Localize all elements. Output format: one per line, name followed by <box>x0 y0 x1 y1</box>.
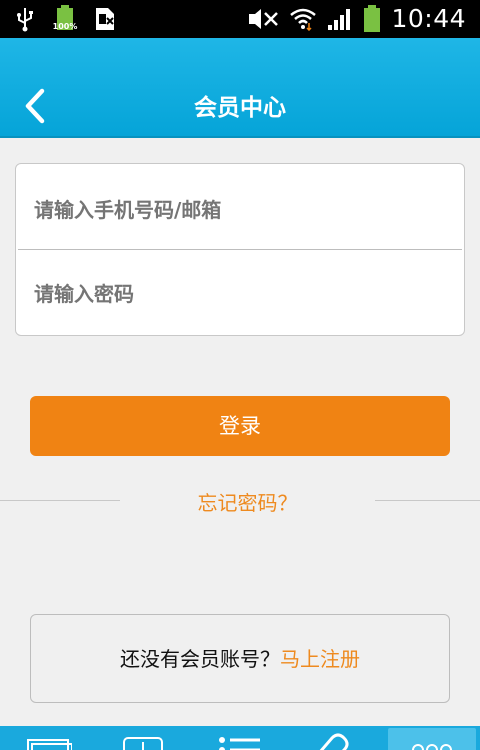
forgot-password-link[interactable]: 忘记密码？ <box>120 487 375 516</box>
login-button[interactable]: 登录 <box>30 396 450 456</box>
list-icon[interactable] <box>216 730 266 750</box>
more-icon[interactable] <box>388 728 476 750</box>
signal-icon <box>327 6 353 32</box>
header-bar: 会员中心 <box>0 38 480 138</box>
battery-icon <box>363 4 381 32</box>
register-link[interactable]: 马上注册 <box>280 647 360 671</box>
download-icon[interactable] <box>122 730 172 750</box>
wifi-icon <box>289 6 317 32</box>
battery-full-icon: 100% <box>52 5 78 32</box>
usb-icon <box>14 6 36 32</box>
register-prompt: 还没有会员账号？ <box>120 647 280 671</box>
login-form <box>15 163 465 336</box>
bottom-nav <box>0 726 480 750</box>
page-title: 会员中心 <box>194 95 286 121</box>
divider-right <box>375 500 480 501</box>
battery-percent: 100% <box>52 22 78 31</box>
clock: 10:44 <box>391 4 466 33</box>
mute-icon <box>247 6 279 32</box>
keyboard-icon <box>94 6 116 32</box>
status-bar: 100% 10:44 <box>0 0 480 38</box>
clip-icon[interactable] <box>314 730 364 750</box>
register-box: 还没有会员账号？马上注册 <box>30 614 450 703</box>
account-input[interactable] <box>34 190 454 230</box>
password-input[interactable] <box>34 274 454 314</box>
divider-left <box>0 500 120 501</box>
form-divider <box>18 249 462 250</box>
folder-icon[interactable] <box>26 730 76 750</box>
